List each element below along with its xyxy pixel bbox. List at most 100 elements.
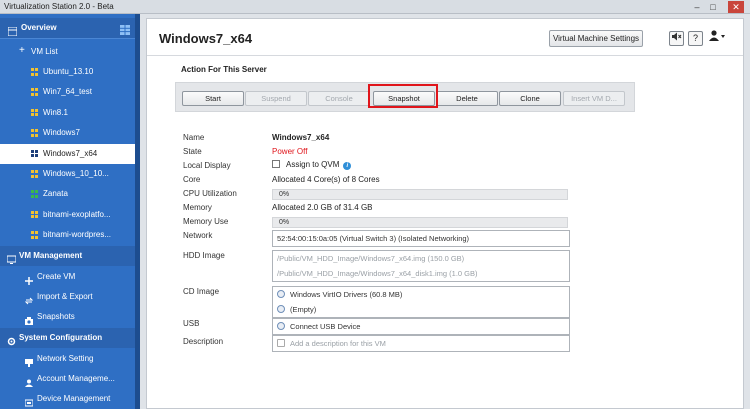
cd-image-item-label: Windows VirtIO Drivers (60.8 MB) (290, 290, 403, 299)
grid-view-icon[interactable] (120, 23, 130, 35)
windows-logo-icon (31, 108, 39, 117)
connect-usb-device-label: Connect USB Device (290, 322, 361, 331)
system-configuration-icon (7, 334, 16, 346)
plus-icon: + (19, 45, 25, 56)
sidebar-item-network-setting[interactable]: Network Setting (0, 349, 138, 369)
name-label: Name (183, 133, 205, 142)
sidebar-scrollbar[interactable] (135, 14, 140, 409)
page-title: Windows7_x64 (159, 31, 253, 46)
usb-icon (277, 322, 285, 330)
delete-button[interactable]: Delete (436, 91, 498, 106)
description-field[interactable]: Add a description for this VM (272, 335, 570, 352)
windows-logo-icon (31, 190, 39, 198)
sidebar-vm-label: Windows7 (43, 128, 80, 138)
main-scrollbar[interactable] (744, 18, 750, 409)
vm-settings-button[interactable]: Virtual Machine Settings (549, 30, 643, 47)
windows-logo-icon (31, 68, 39, 76)
sidebar-vm-item[interactable]: Windows_10_10... (0, 164, 138, 184)
cd-image-item[interactable]: (Empty) (273, 302, 569, 317)
sidebar-item-label: Snapshots (37, 312, 75, 321)
cd-image-item-label: (Empty) (290, 305, 317, 314)
help-icon[interactable]: ? (688, 31, 703, 46)
start-button[interactable]: Start (182, 91, 244, 106)
suspend-button[interactable]: Suspend (245, 91, 307, 106)
memory-use-bar: 0% (272, 217, 568, 228)
minimize-button[interactable]: – (690, 1, 704, 13)
create-vm-icon (25, 273, 33, 285)
sidebar-vm-label: Windows7_x64 (43, 148, 98, 158)
sidebar-vm-item[interactable]: Ubuntu_13.10 (0, 62, 138, 82)
close-button[interactable]: ✕ (728, 1, 744, 13)
clone-button[interactable]: Clone (499, 91, 561, 106)
sidebar-item-label: Import & Export (37, 292, 93, 301)
disc-icon (277, 290, 285, 298)
sidebar-vm-label: Win8.1 (43, 107, 68, 117)
usb-field[interactable]: Connect USB Device (272, 318, 570, 335)
sidebar-item-import-export[interactable]: Import & Export (0, 287, 138, 307)
usb-label: USB (183, 319, 200, 328)
hdd-image-list[interactable]: /Public/VM_HDD_Image/Windows7_x64.img (1… (272, 250, 570, 282)
network-value: 52:54:00:15:0a:05 (Virtual Switch 3) (Is… (277, 234, 470, 243)
sidebar-item-label: VM List (31, 47, 58, 56)
sidebar-vm-label: Zanata (43, 189, 68, 199)
assign-to-qvm-checkbox[interactable] (272, 160, 280, 168)
sidebar-item-label: VM Management (19, 251, 83, 260)
sidebar-item-account-management[interactable]: Account Manageme... (0, 369, 138, 389)
sidebar-vm-item[interactable]: Win7_64_test (0, 82, 138, 102)
description-input[interactable]: Add a description for this VM (273, 336, 569, 351)
snapshot-highlight-box (368, 84, 438, 108)
windows-logo-icon (31, 149, 39, 158)
windows-logo-icon (31, 88, 39, 96)
disc-icon (277, 305, 285, 313)
sidebar-item-vm-list[interactable]: + VM List (0, 42, 138, 62)
sidebar-vm-item[interactable]: Windows7 (0, 123, 138, 143)
vm-management-icon (6, 252, 17, 264)
network-icon (25, 355, 33, 367)
state-value: Power Off (272, 147, 308, 156)
vm-name-value: Windows7_x64 (272, 133, 330, 142)
user-menu-icon[interactable] (709, 30, 725, 44)
sidebar-vm-item[interactable]: Zanata (0, 184, 138, 204)
windows-logo-icon (31, 231, 39, 239)
sidebar-vm-label: Win7_64_test (43, 87, 92, 97)
main-panel: Windows7_x64 Virtual Machine Settings ? … (146, 18, 744, 409)
console-button[interactable]: Console (308, 91, 370, 106)
connect-usb-device[interactable]: Connect USB Device (273, 319, 569, 334)
sidebar-item-vm-management[interactable]: VM Management (0, 246, 138, 266)
hdd-image-item[interactable]: /Public/VM_HDD_Image/Windows7_x64.img (1… (273, 251, 569, 266)
local-display-option: Assign to QVM i (272, 160, 352, 170)
core-label: Core (183, 175, 201, 184)
hdd-image-label: HDD Image (183, 251, 225, 260)
edit-icon (277, 339, 285, 347)
hdd-image-item[interactable]: /Public/VM_HDD_Image/Windows7_x64_disk1.… (273, 266, 569, 281)
cd-image-list[interactable]: Windows VirtIO Drivers (60.8 MB) (Empty) (272, 286, 570, 318)
sidebar-item-create-vm[interactable]: Create VM (0, 267, 138, 287)
sidebar-vm-item[interactable]: bitnami-wordpres... (0, 225, 138, 245)
speaker-icon[interactable] (669, 31, 684, 46)
sidebar-item-system-configuration[interactable]: System Configuration (0, 328, 138, 348)
info-icon[interactable]: i (343, 162, 352, 170)
core-value: Allocated 4 Core(s) of 8 Cores (272, 175, 380, 184)
cd-image-item[interactable]: Windows VirtIO Drivers (60.8 MB) (273, 287, 569, 302)
sidebar-vm-item[interactable]: Win8.1 (0, 103, 138, 123)
network-field[interactable]: 52:54:00:15:0a:05 (Virtual Switch 3) (Is… (272, 230, 570, 247)
sidebar-item-device-management[interactable]: Device Management (0, 389, 138, 409)
sidebar-item-overview[interactable]: Overview (0, 18, 138, 38)
sidebar-vm-label: bitnami-wordpres... (43, 230, 112, 240)
sidebar-vm-item[interactable]: Windows7_x64 (0, 143, 138, 164)
account-icon (25, 375, 33, 387)
network-label: Network (183, 231, 213, 240)
sidebar-item-label: Network Setting (37, 354, 94, 363)
cd-image-label: CD Image (183, 287, 220, 296)
maximize-button[interactable]: □ (706, 1, 720, 13)
snapshots-icon (25, 313, 33, 325)
sidebar-item-snapshots[interactable]: Snapshots (0, 307, 138, 327)
description-placeholder: Add a description for this VM (290, 339, 386, 348)
sidebar-vm-item[interactable]: bitnami-exoplatfo... (0, 205, 138, 225)
memory-label: Memory (183, 203, 212, 212)
insert-vm-disk-button[interactable]: Insert VM D... (563, 91, 625, 106)
sidebar-vm-label: Windows_10_10... (43, 169, 109, 178)
sidebar-item-label: Overview (21, 23, 57, 32)
memory-use-label: Memory Use (183, 217, 229, 226)
section-title: Action For This Server (181, 65, 267, 74)
